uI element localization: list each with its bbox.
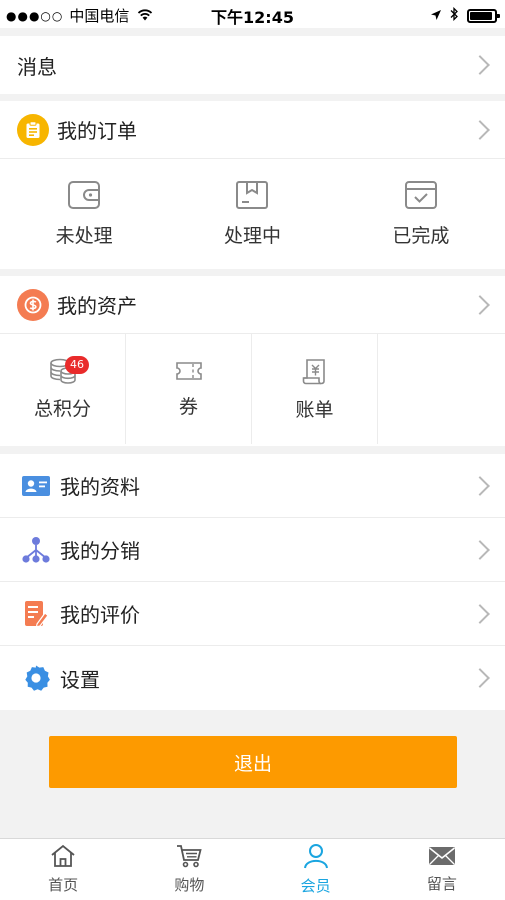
location-arrow-icon xyxy=(430,6,442,25)
chevron-right-icon xyxy=(470,668,490,688)
battery-icon xyxy=(467,8,500,23)
chevron-right-icon xyxy=(470,603,490,624)
menu-item-label: 我的资料 xyxy=(60,475,140,499)
tab-messages[interactable]: 留言 xyxy=(379,839,505,900)
member-icon xyxy=(303,843,329,873)
chevron-right-icon xyxy=(470,294,490,315)
assets-grid: 46 总积分 券 账单 xyxy=(0,334,505,444)
review-edit-icon xyxy=(21,599,51,629)
chevron-right-icon xyxy=(470,475,490,496)
assets-header-row[interactable]: 我的资产 xyxy=(0,276,505,334)
asset-empty-cell xyxy=(378,334,504,444)
tab-label: 会员 xyxy=(300,877,331,895)
messages-label: 消息 xyxy=(17,54,57,79)
wallet-icon xyxy=(67,179,101,215)
orders-card: 我的订单 未处理 处理中 已完成 xyxy=(0,101,505,269)
order-status-pending[interactable]: 未处理 xyxy=(0,159,168,267)
order-status-label: 未处理 xyxy=(55,224,113,247)
home-icon xyxy=(50,844,76,872)
order-status-label: 已完成 xyxy=(392,224,450,247)
menu-item-settings[interactable]: 设置 xyxy=(0,646,505,710)
menu-item-label: 设置 xyxy=(60,667,100,692)
orders-title: 我的订单 xyxy=(57,119,137,143)
clipboard-icon xyxy=(17,113,49,146)
tab-member[interactable]: 会员 xyxy=(253,839,379,900)
order-status-label: 处理中 xyxy=(223,224,281,247)
messages-row[interactable]: 消息 xyxy=(0,36,505,94)
tab-label: 首页 xyxy=(48,876,79,894)
profile-card-icon xyxy=(21,471,51,501)
assets-title: 我的资产 xyxy=(57,294,137,318)
gear-icon xyxy=(21,663,51,693)
order-status-grid: 未处理 处理中 已完成 xyxy=(0,159,505,267)
asset-label: 券 xyxy=(178,395,198,418)
ticket-icon xyxy=(175,360,203,386)
asset-bills[interactable]: 账单 xyxy=(252,334,378,444)
orders-header-row[interactable]: 我的订单 xyxy=(0,101,505,159)
status-bar: ●●●○○ 中国电信 下午12:45 xyxy=(0,0,505,28)
menu-item-label: 我的分销 xyxy=(60,539,140,563)
menu-item-label: 我的评价 xyxy=(60,603,140,627)
assets-card: 我的资产 46 总积分 券 账单 xyxy=(0,276,505,446)
distribution-tree-icon xyxy=(21,535,51,565)
menu-list: 我的资料 我的分销 我的评价 设置 xyxy=(0,454,505,710)
status-right xyxy=(430,6,500,25)
cart-icon xyxy=(176,844,203,872)
menu-item-reviews[interactable]: 我的评价 xyxy=(0,582,505,646)
dollar-icon xyxy=(17,288,49,321)
bluetooth-icon xyxy=(450,6,459,25)
asset-label: 总积分 xyxy=(33,397,91,420)
tab-shopping[interactable]: 购物 xyxy=(126,839,252,900)
tab-home[interactable]: 首页 xyxy=(0,839,126,900)
order-status-completed[interactable]: 已完成 xyxy=(337,159,505,267)
menu-item-profile[interactable]: 我的资料 xyxy=(0,454,505,518)
order-status-processing[interactable]: 处理中 xyxy=(168,159,336,267)
mail-icon xyxy=(428,845,456,871)
messages-card: 消息 xyxy=(0,36,505,94)
tab-label: 购物 xyxy=(174,876,205,894)
menu-item-distribution[interactable]: 我的分销 xyxy=(0,518,505,582)
asset-points[interactable]: 46 总积分 xyxy=(0,334,126,444)
chevron-right-icon xyxy=(470,55,490,75)
logout-button[interactable]: 退出 xyxy=(49,736,457,788)
package-box-icon xyxy=(235,179,269,215)
chevron-right-icon xyxy=(470,119,490,140)
check-box-icon xyxy=(404,179,438,215)
bottom-tab-bar: 首页 购物 会员 留言 xyxy=(0,838,505,900)
chevron-right-icon xyxy=(470,539,490,560)
points-badge: 46 xyxy=(65,356,89,374)
asset-label: 账单 xyxy=(295,398,334,421)
bill-scroll-icon xyxy=(302,357,328,389)
asset-coupons[interactable]: 券 xyxy=(126,334,252,444)
tab-label: 留言 xyxy=(426,875,457,893)
